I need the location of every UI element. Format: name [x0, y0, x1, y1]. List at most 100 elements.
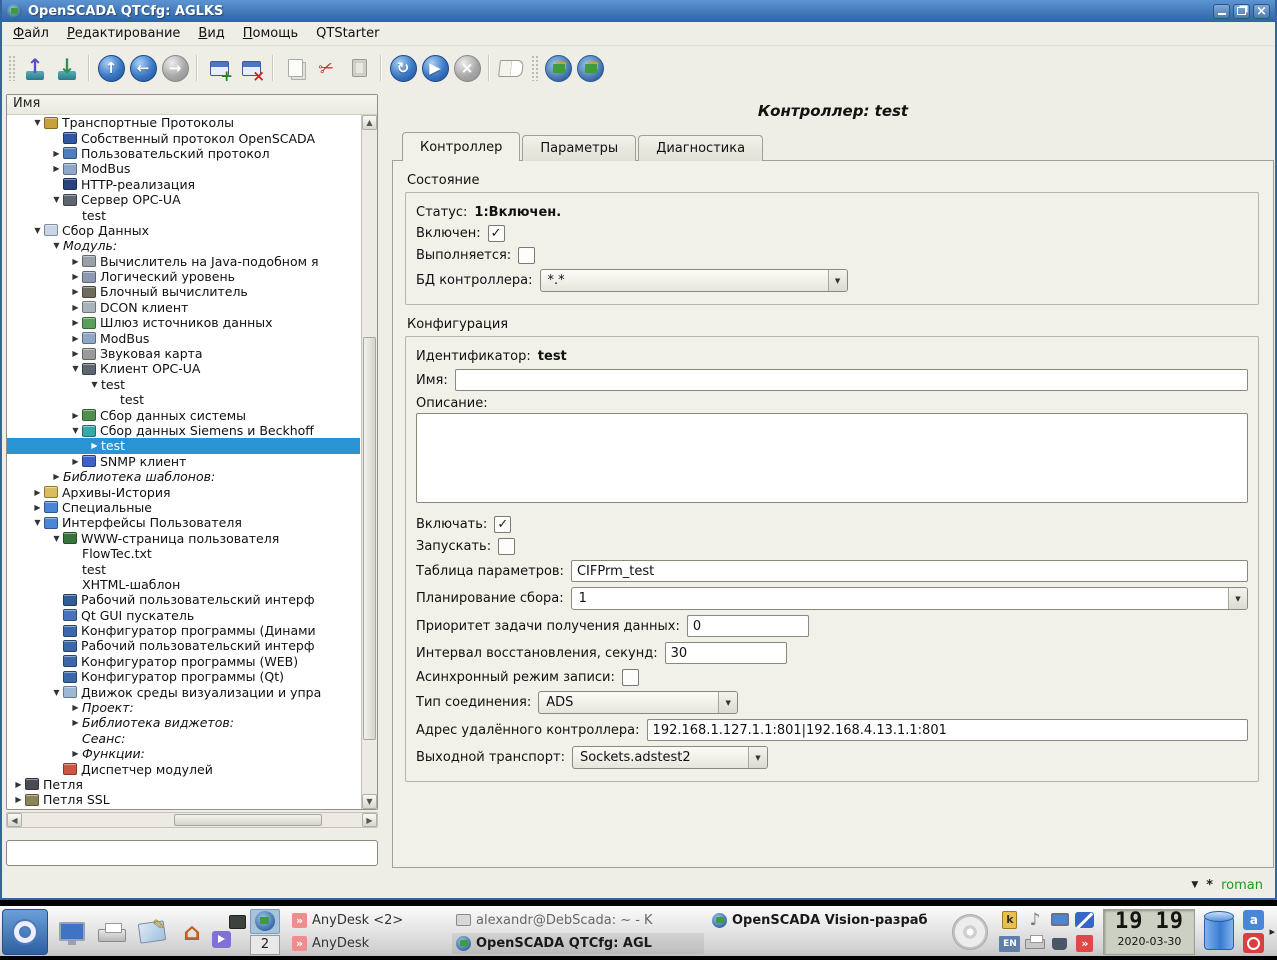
expander-icon[interactable]: ▶ — [69, 318, 82, 327]
go-forward-button[interactable]: → — [159, 51, 191, 85]
close-button[interactable] — [1253, 4, 1270, 19]
stop-update-button[interactable]: × — [451, 51, 483, 85]
expander-icon[interactable]: ▼ — [50, 195, 63, 204]
expander-icon[interactable]: ▶ — [69, 287, 82, 296]
tab-parameters[interactable]: Параметры — [522, 135, 636, 161]
expander-icon[interactable]: ▼ — [31, 118, 44, 127]
expander-icon[interactable]: ▶ — [12, 780, 25, 789]
tree-item[interactable]: ▶Петля SSL — [7, 792, 360, 807]
lang-tray-icon[interactable]: EN — [998, 933, 1021, 955]
tree-item[interactable]: ▶Специальные — [7, 500, 360, 515]
openscada-launcher[interactable] — [250, 909, 280, 934]
tree-item[interactable]: ▼Интерфейсы Пользователя — [7, 515, 360, 530]
tree-item[interactable]: ▶Пользовательский протокол — [7, 146, 360, 161]
expander-icon[interactable]: ▶ — [50, 472, 63, 481]
tree-item[interactable]: ▼Клиент OPC-UA — [7, 361, 360, 376]
taskbar-task[interactable]: alexandr@DebScada: ~ - K — [452, 910, 704, 931]
expander-icon[interactable]: ▼ — [31, 226, 44, 235]
minimize-button[interactable] — [1213, 4, 1230, 19]
scroll-down-icon[interactable]: ▼ — [362, 794, 377, 809]
taskbar-task[interactable]: AnyDesk — [288, 933, 448, 954]
tree-item[interactable]: Рабочий пользовательский интерф — [7, 592, 360, 607]
tree-item[interactable]: test — [7, 561, 360, 576]
printer-tray-icon[interactable] — [1023, 933, 1046, 955]
expander-icon[interactable]: ▶ — [31, 488, 44, 497]
name-input[interactable] — [455, 369, 1248, 391]
running-checkbox[interactable] — [518, 247, 535, 264]
plug-tray-icon[interactable] — [1048, 933, 1071, 955]
restore-button[interactable] — [1233, 4, 1250, 19]
tree-item[interactable]: test — [7, 207, 360, 222]
expander-icon[interactable]: ▶ — [69, 703, 82, 712]
tree-horizontal-scrollbar[interactable]: ◀ ▶ — [6, 812, 378, 828]
expander-icon[interactable]: ▶ — [12, 795, 25, 804]
description-textarea[interactable] — [416, 413, 1248, 503]
scroll-thumb-h[interactable] — [174, 814, 322, 826]
status-dropdown-icon[interactable]: ▼ — [1191, 880, 1198, 890]
expander-icon[interactable]: ▶ — [69, 457, 82, 466]
tree-item[interactable]: ▶Сбор данных системы — [7, 407, 360, 422]
tree-item[interactable]: ▼Движок среды визуализации и упра — [7, 684, 360, 699]
tree-item[interactable]: ▶Звуковая карта — [7, 346, 360, 361]
expander-icon[interactable]: ▼ — [50, 534, 63, 543]
task-priority-input[interactable] — [687, 615, 809, 637]
go-up-button[interactable]: ↑ — [95, 51, 127, 85]
copy-item-button[interactable] — [279, 51, 311, 85]
expander-icon[interactable]: ▼ — [88, 380, 101, 389]
refresh-button[interactable]: ↻ — [387, 51, 419, 85]
tree-item[interactable]: ▼WWW-страница пользователя — [7, 531, 360, 546]
scroll-right-icon[interactable]: ▶ — [362, 813, 377, 827]
delete-item-button[interactable]: × — [235, 51, 267, 85]
expander-icon[interactable]: ▶ — [69, 257, 82, 266]
start-update-button[interactable]: ▶ — [419, 51, 451, 85]
tree-item[interactable]: ▼Модуль: — [7, 238, 360, 253]
to-start-checkbox[interactable] — [498, 538, 515, 555]
menu-2[interactable]: Редактирование — [60, 23, 187, 44]
tree-item[interactable]: ▶Библиотека виджетов: — [7, 715, 360, 730]
tree-item[interactable]: ▶Библиотека шаблонов: — [7, 469, 360, 484]
display-tray-icon[interactable] — [1048, 909, 1071, 931]
printer-launcher[interactable] — [92, 909, 132, 955]
expander-icon[interactable]: ▶ — [69, 411, 82, 420]
enabled-checkbox[interactable] — [488, 225, 505, 242]
kde-menu-button[interactable] — [2, 909, 48, 955]
expander-icon[interactable]: ▶ — [69, 349, 82, 358]
panel-hide-arrow[interactable]: ▸ — [1269, 925, 1275, 938]
tree-item[interactable]: Конфигуратор программы (Qt) — [7, 669, 360, 684]
terminal-launcher[interactable] — [229, 915, 246, 929]
scroll-thumb[interactable] — [363, 337, 376, 740]
tree-item[interactable]: Собственный протокол OpenSCADA — [7, 130, 360, 145]
tree-item[interactable]: ▶Шлюз источников данных — [7, 315, 360, 330]
tree-vertical-scrollbar[interactable]: ▲ ▼ — [361, 115, 377, 809]
expander-icon[interactable]: ▼ — [69, 364, 82, 373]
taskbar-task[interactable]: AnyDesk <2> — [288, 910, 448, 931]
vision-app-button[interactable] — [574, 51, 606, 85]
menu-4[interactable]: Помощь — [236, 23, 305, 44]
expander-icon[interactable]: ▶ — [50, 164, 63, 173]
expander-icon[interactable]: ▶ — [88, 441, 101, 450]
tree-item[interactable]: HTTP-реализация — [7, 177, 360, 192]
system-launcher[interactable] — [52, 909, 92, 955]
manual-button[interactable] — [495, 51, 527, 85]
parameters-table-input[interactable] — [571, 560, 1248, 582]
tree-item[interactable]: ▼Сбор Данных — [7, 223, 360, 238]
tree-item[interactable]: ▶Проект: — [7, 700, 360, 715]
volume-tray-icon[interactable]: ♪ — [1023, 909, 1046, 931]
clock-applet[interactable]: 19 19 2020-03-30 — [1103, 909, 1195, 955]
tree-item[interactable]: ▶ModBus — [7, 330, 360, 345]
tree-item[interactable]: Конфигуратор программы (Динами — [7, 623, 360, 638]
home-launcher[interactable]: ⌂ — [172, 909, 212, 955]
go-back-button[interactable]: ← — [127, 51, 159, 85]
expander-icon[interactable]: ▶ — [69, 272, 82, 281]
tree-item[interactable]: ▶Петля — [7, 777, 360, 792]
expander-icon[interactable]: ▼ — [50, 241, 63, 250]
to-enable-checkbox[interactable] — [494, 516, 511, 533]
tree-item[interactable]: Конфигуратор программы (WEB) — [7, 654, 360, 669]
tree-item[interactable]: ▼test — [7, 377, 360, 392]
tab-controller[interactable]: Контроллер — [402, 132, 520, 161]
tree-item[interactable]: ▶DCON клиент — [7, 300, 360, 315]
expander-icon[interactable]: ▼ — [31, 518, 44, 527]
trash-icon[interactable] — [1204, 914, 1234, 950]
tree-item[interactable]: ▶Вычислитель на Java-подобном я — [7, 254, 360, 269]
tree-item[interactable]: Диспетчер модулей — [7, 761, 360, 776]
